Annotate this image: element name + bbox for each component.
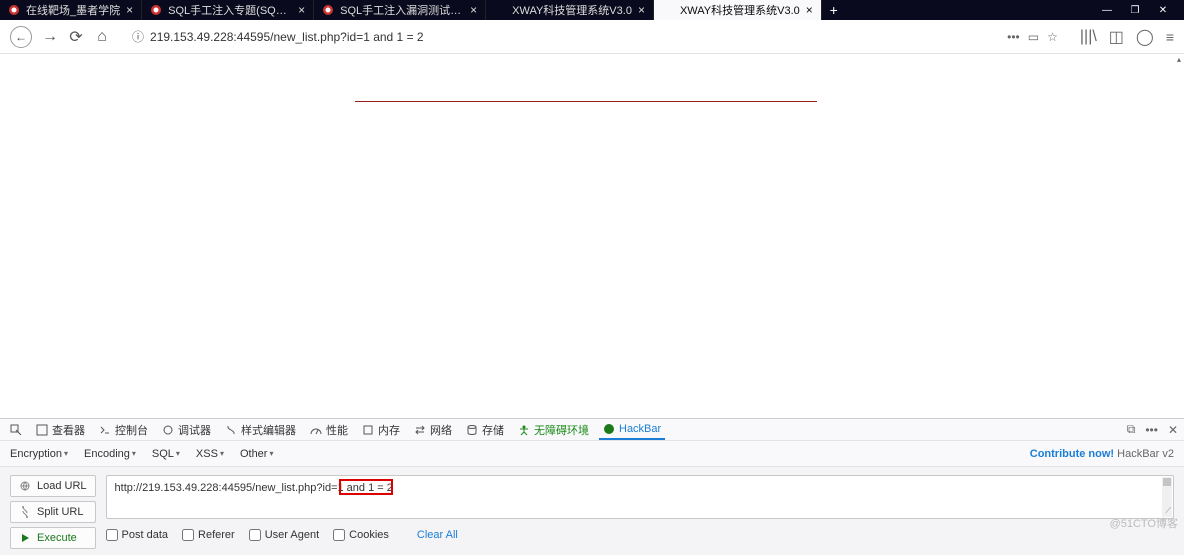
window-controls: — ❐ ✕ [1086,5,1184,16]
postdata-checkbox[interactable]: Post data [106,529,168,541]
devtools-close-icon[interactable]: ✕ [1168,423,1178,437]
favicon-icon [8,4,20,16]
hackbar-menu-sql[interactable]: SQL ▾ [152,448,180,460]
split-url-icon [19,506,31,518]
tab-4[interactable]: XWAY科技管理系统V3.0 × [654,0,822,20]
tab-2[interactable]: SQL手工注入漏洞测试(MySQL × [314,0,486,20]
tab-3[interactable]: XWAY科技管理系统V3.0 × [486,0,654,20]
home-button[interactable]: ⌂ [94,29,110,45]
devtools-more-icon[interactable]: ••• [1145,423,1158,437]
reload-button[interactable]: ⟳ [68,29,84,45]
tab-1[interactable]: SQL手工注入专题(SQL Injectio × [142,0,314,20]
devtools-tab-performance[interactable]: 性能 [306,422,352,438]
devtools-tab-network[interactable]: 网络 [410,422,456,438]
close-icon[interactable]: × [126,3,133,17]
devtools-tab-memory[interactable]: 内存 [358,422,404,438]
new-tab-button[interactable]: + [822,0,846,20]
nav-icons-right: |||\ ◫ ◯ ≡ [1080,27,1174,47]
hackbar-rightinfo: Contribute now! HackBar v2 [1030,448,1174,460]
devtools-tabbar: 查看器 控制台 调试器 样式编辑器 性能 内存 网络 存储 无障碍环境 Hack… [0,418,1184,440]
nav-icons-left: ← → ⟳ ⌂ [10,26,110,48]
watermark-text: @51CTO博客 [1110,515,1178,531]
tab-strip: 在线靶场_墨者学院 × SQL手工注入专题(SQL Injectio × SQL… [0,0,1086,20]
hackbar-buttons: Load URL Split URL Execute [10,475,96,549]
execute-button[interactable]: Execute [10,527,96,549]
hackbar-main: Load URL Split URL Execute http://219.15… [0,466,1184,555]
menu-icon[interactable]: ≡ [1166,29,1174,45]
close-icon[interactable]: × [638,3,645,17]
devtools-tab-style-editor[interactable]: 样式编辑器 [221,422,300,438]
hackbar-menu-other[interactable]: Other ▾ [240,448,274,460]
hackbar-options-row: Post data Referer User Agent Cookies Cle… [106,523,1174,549]
devtools-tab-accessibility[interactable]: 无障碍环境 [514,422,593,438]
favicon-icon [322,4,334,16]
favicon-icon [494,4,506,16]
url-bar[interactable]: ⓘ 219.153.49.228:44595/new_list.php?id=1… [126,25,1064,49]
useragent-checkbox[interactable]: User Agent [249,529,319,541]
close-icon[interactable]: × [298,3,305,17]
devtools-tab-debugger[interactable]: 调试器 [158,422,215,438]
load-url-icon [19,480,31,492]
favicon-icon [662,4,674,16]
hackbar-menu-encryption[interactable]: Encryption ▾ [10,448,68,460]
bookmark-star-icon[interactable]: ☆ [1047,30,1058,44]
devtools-tab-inspector[interactable]: 查看器 [32,422,89,438]
back-button[interactable]: ← [10,26,32,48]
tab-title: 在线靶场_墨者学院 [26,2,120,18]
page-actions-icon[interactable]: ••• [1007,30,1020,44]
forward-button[interactable]: → [42,29,58,45]
split-url-button[interactable]: Split URL [10,501,96,523]
cookies-checkbox[interactable]: Cookies [333,529,389,541]
maximize-button[interactable]: ❐ [1130,5,1140,16]
nav-toolbar: ← → ⟳ ⌂ ⓘ 219.153.49.228:44595/new_list.… [0,20,1184,54]
sidebar-icon[interactable]: ◫ [1109,27,1124,47]
execute-icon [19,532,31,544]
devtools-right-controls: ⧉ ••• ✕ [1127,422,1178,437]
page-content: ▴ [0,54,1184,418]
favicon-icon [150,4,162,16]
hackbar-brand: HackBar v2 [1117,448,1174,460]
tab-title: XWAY科技管理系统V3.0 [512,2,632,18]
reader-mode-icon[interactable]: ▭ [1028,30,1039,44]
devtools-tab-console[interactable]: 控制台 [95,422,152,438]
hackbar-menu-encoding[interactable]: Encoding ▾ [84,448,136,460]
sql-injection-highlight [339,479,393,495]
referer-checkbox[interactable]: Referer [182,529,235,541]
minimize-button[interactable]: — [1102,5,1112,16]
devtools-tab-picker[interactable] [6,424,26,436]
tab-0[interactable]: 在线靶场_墨者学院 × [0,0,142,20]
hackbar-url-input[interactable]: http://219.153.49.228:44595/new_list.php… [106,475,1174,519]
url-actions: ••• ▭ ☆ [1007,30,1058,44]
contribute-link[interactable]: Contribute now! [1030,448,1114,460]
devtools-tab-storage[interactable]: 存储 [462,422,508,438]
tab-title: SQL手工注入漏洞测试(MySQL [340,2,464,18]
account-icon[interactable]: ◯ [1136,27,1154,47]
url-text: 219.153.49.228:44595/new_list.php?id=1 a… [150,30,424,44]
scrollbar[interactable]: ▴ [1174,54,1184,418]
tab-title: SQL手工注入专题(SQL Injectio [168,2,292,18]
clear-all-link[interactable]: Clear All [417,529,458,541]
devtools-tab-hackbar[interactable]: HackBar [599,419,665,440]
close-icon[interactable]: × [806,3,813,17]
devtools-dock-icon[interactable]: ⧉ [1127,422,1136,437]
hackbar-menubar: Encryption ▾ Encoding ▾ SQL ▾ XSS ▾ Othe… [0,440,1184,466]
close-window-button[interactable]: ✕ [1158,5,1168,16]
divider-line [355,101,817,102]
hackbar-menu-xss[interactable]: XSS ▾ [196,448,224,460]
tab-title: XWAY科技管理系统V3.0 [680,2,800,18]
scroll-up-icon[interactable]: ▴ [1174,54,1184,64]
library-icon[interactable]: |||\ [1080,28,1097,46]
load-url-button[interactable]: Load URL [10,475,96,497]
window-titlebar: 在线靶场_墨者学院 × SQL手工注入专题(SQL Injectio × SQL… [0,0,1184,20]
close-icon[interactable]: × [470,3,477,17]
info-icon[interactable]: ⓘ [132,28,144,45]
